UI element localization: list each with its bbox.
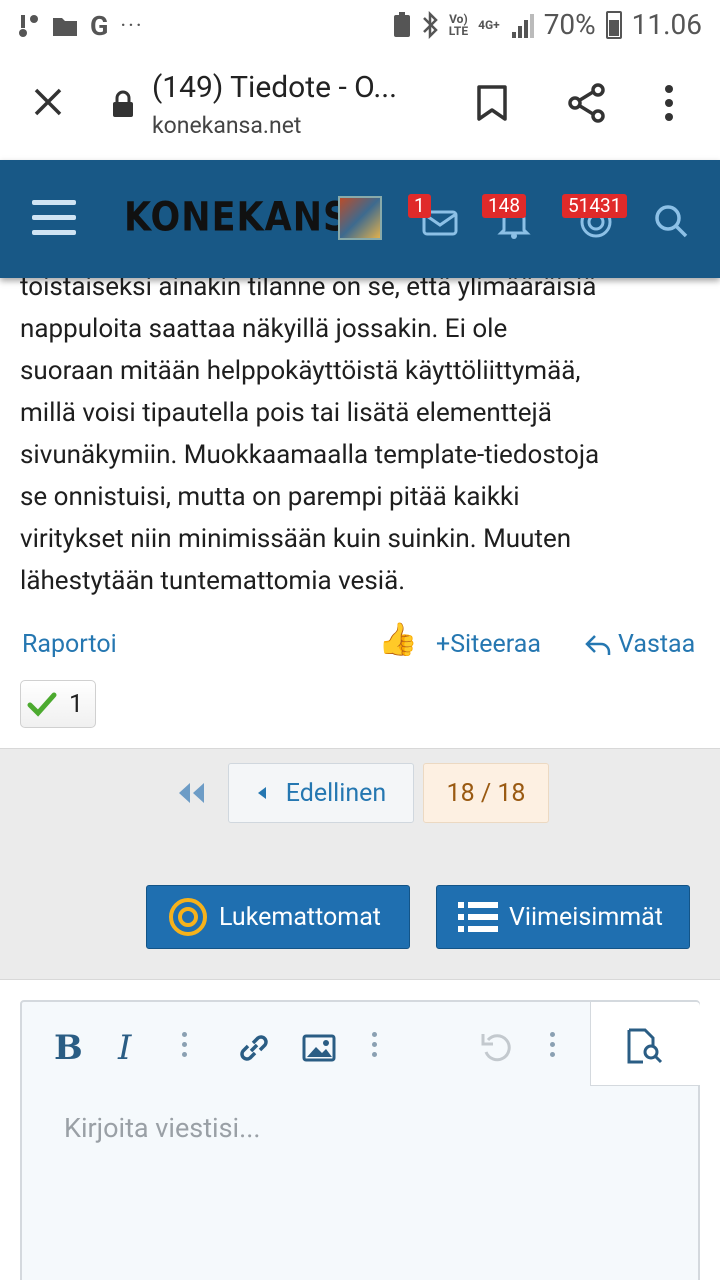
previous-page-button[interactable]: Edellinen — [228, 763, 414, 823]
battery-icon — [605, 10, 622, 39]
reply-label: Vastaa — [618, 630, 696, 659]
previous-label: Edellinen — [285, 778, 387, 808]
battery-percent: 70% — [543, 8, 596, 41]
recycle-battery-icon — [393, 11, 410, 37]
quote-label: Siteeraa — [450, 630, 541, 659]
unread-button[interactable]: Lukemattomat — [146, 885, 410, 949]
menu-icon[interactable] — [32, 200, 76, 245]
signal-icon — [511, 13, 534, 38]
caret-left-icon — [257, 787, 266, 799]
google-icon: G — [90, 10, 109, 42]
share-icon[interactable] — [566, 82, 608, 124]
post-body: toistaiseksi ainakin tilanne on se, että… — [20, 266, 710, 602]
status-bar: G ··· Vo) LTE 4G+ 70% 11.06 — [0, 0, 720, 52]
bookmark-icon[interactable] — [476, 84, 508, 122]
post-line: sivunäkymiin. Muokkaamaalla template-tie… — [20, 440, 600, 470]
user-avatar[interactable] — [338, 196, 382, 240]
network-indicator: 4G+ — [478, 17, 500, 32]
image-icon[interactable] — [302, 1034, 336, 1062]
preview-icon — [627, 1028, 663, 1064]
more-editor-options-icon[interactable] — [550, 1032, 556, 1062]
message-input[interactable]: Kirjoita viestisi... — [64, 1112, 260, 1144]
unread-badge: 51431 — [562, 194, 628, 218]
search-icon[interactable] — [652, 202, 690, 240]
undo-icon[interactable] — [480, 1030, 514, 1064]
report-link[interactable]: Raportoi — [22, 630, 117, 659]
folder-icon — [53, 18, 77, 36]
unread-label: Lukemattomat — [219, 902, 381, 932]
volte-indicator: Vo) LTE — [448, 11, 469, 38]
italic-button[interactable]: I — [118, 1028, 131, 1068]
more-vert-icon[interactable] — [664, 84, 674, 124]
messages-badge: 1 — [408, 194, 431, 218]
post-line: viritykset niin minimissään kuin suinkin… — [20, 524, 572, 554]
reply-link[interactable]: Vastaa — [584, 630, 695, 659]
post-line: nappuloita saattaa näkyillä jossakin. Ei… — [20, 314, 508, 344]
lock-icon — [113, 90, 133, 117]
clock: 11.06 — [631, 8, 702, 41]
checkmark-icon — [27, 692, 57, 717]
preview-toggle[interactable] — [590, 1002, 700, 1086]
page-nav-area: Edellinen 18 / 18 Lukemattomat Viimeisim… — [0, 748, 720, 980]
link-icon[interactable] — [236, 1030, 272, 1066]
latest-button[interactable]: Viimeisimmät — [436, 885, 690, 949]
url-text[interactable]: konekansa.net — [152, 112, 301, 139]
more-text-options-icon[interactable] — [182, 1032, 188, 1062]
post-line: millä voisi tipautella pois tai lisätä e… — [20, 398, 552, 428]
more-notifications-icon: ··· — [120, 13, 144, 39]
reply-editor: B I Kirjoita viestisi... — [20, 1000, 700, 1280]
plus-icon: + — [436, 630, 451, 659]
reaction-summary[interactable]: 1 — [20, 680, 96, 728]
reaction-count: 1 — [69, 689, 84, 719]
post-line: suoraan mitään helppokäyttöistä käyttöli… — [20, 356, 581, 386]
bluetooth-icon — [422, 10, 438, 39]
latest-label: Viimeisimmät — [509, 902, 663, 932]
notification-icon — [19, 15, 38, 37]
bold-button[interactable]: B — [54, 1028, 83, 1068]
quote-link[interactable]: +Siteeraa — [436, 630, 541, 659]
like-thumb-icon[interactable]: 👍 — [378, 620, 418, 658]
site-header: KONEKANSA 1 148 51431 — [0, 160, 720, 278]
post-line: lähestytään tuntemattomia vesiä. — [20, 566, 406, 596]
post-line: se onnistuisi, mutta on parempi pitää ka… — [20, 482, 520, 512]
more-insert-options-icon[interactable] — [372, 1032, 378, 1062]
first-page-icon[interactable] — [176, 781, 206, 805]
close-tab-icon[interactable] — [28, 82, 68, 122]
editor-toolbar: B I — [22, 1002, 700, 1086]
list-icon — [458, 902, 498, 932]
reply-arrow-icon — [585, 634, 611, 655]
unread-target-icon — [169, 898, 207, 936]
post-actions: Raportoi 👍 +Siteeraa Vastaa — [0, 620, 720, 666]
browser-toolbar: (149) Tiedote - O... konekansa.net — [0, 52, 720, 160]
alerts-badge: 148 — [482, 194, 527, 218]
current-page[interactable]: 18 / 18 — [423, 763, 549, 823]
tab-title[interactable]: (149) Tiedote - O... — [152, 70, 422, 105]
